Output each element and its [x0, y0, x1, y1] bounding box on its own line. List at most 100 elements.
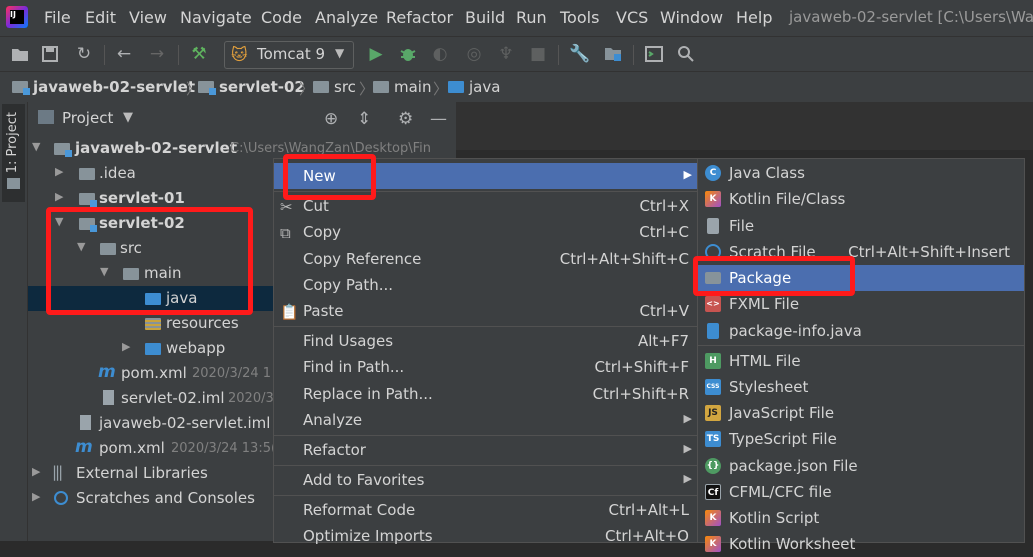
breadcrumb-item-project[interactable]: javaweb-02-servlet	[12, 78, 195, 96]
submenu-item-label: TypeScript File	[729, 430, 837, 448]
menu-edit[interactable]: Edit	[85, 8, 116, 27]
menu-separator	[274, 326, 698, 327]
chevron-right-icon: 〉	[433, 80, 449, 98]
menu-item-copy-reference[interactable]: Copy Reference Ctrl+Alt+Shift+C	[274, 246, 698, 272]
terminal-window-icon[interactable]	[644, 44, 664, 64]
tree-node-label: Scratches and Consoles	[76, 489, 255, 507]
breadcrumb-label: src	[334, 78, 356, 96]
submenu-item-package-info[interactable]: package-info.java	[698, 318, 1024, 344]
debug-bug-icon[interactable]	[398, 44, 418, 64]
breadcrumb-label: main	[394, 78, 432, 96]
menu-item-copy[interactable]: ⧉ Copy Ctrl+C	[274, 219, 698, 245]
submenu-item-cfml-file[interactable]: Cf CFML/CFC file	[698, 479, 1024, 505]
breadcrumb-item-main[interactable]: main	[373, 78, 431, 96]
save-all-icon[interactable]	[40, 44, 60, 64]
settings-wrench-icon[interactable]: 🔧	[569, 44, 590, 64]
gear-icon[interactable]: ⚙	[398, 109, 413, 129]
submenu-item-package-json[interactable]: {} package.json File	[698, 453, 1024, 479]
expanded-arrow-icon[interactable]: ▼	[32, 140, 40, 153]
menu-refactor[interactable]: Refactor	[386, 8, 453, 27]
profile-icon[interactable]: ◎	[464, 44, 484, 64]
project-panel-title[interactable]: Project	[62, 109, 113, 127]
menu-item-shortcut: Ctrl+X	[639, 197, 689, 215]
menu-item-find-usages[interactable]: Find Usages Alt+F7	[274, 328, 698, 354]
tomcat-icon: 🐱	[231, 45, 248, 64]
submenu-item-javascript-file[interactable]: JS JavaScript File	[698, 400, 1024, 426]
project-structure-icon[interactable]	[603, 44, 623, 64]
menu-item-shortcut: Ctrl+Shift+F	[594, 358, 689, 376]
submenu-item-kotlin-worksheet[interactable]: K Kotlin Worksheet	[698, 531, 1024, 557]
menu-analyze[interactable]: Analyze	[315, 8, 378, 27]
locate-target-icon[interactable]: ⊕	[324, 109, 338, 129]
collapsed-arrow-icon[interactable]: ▶	[122, 340, 130, 353]
menu-run[interactable]: Run	[516, 8, 547, 27]
coverage-icon[interactable]: ◐	[430, 44, 450, 64]
menu-item-add-to-favorites[interactable]: Add to Favorites ▶	[274, 467, 698, 493]
stop-icon[interactable]: ■	[528, 44, 548, 64]
menu-navigate[interactable]: Navigate	[180, 8, 252, 27]
menu-window[interactable]: Window	[660, 8, 723, 27]
menu-help[interactable]: Help	[736, 8, 772, 27]
menu-build[interactable]: Build	[465, 8, 505, 27]
collapsed-arrow-icon[interactable]: ▶	[55, 165, 63, 178]
file-icon	[707, 218, 719, 234]
context-menu: New ▶ ✂ Cut Ctrl+X ⧉ Copy Ctrl+C Copy Re…	[273, 158, 699, 545]
chevron-down-icon[interactable]: ▼	[123, 110, 133, 125]
menu-code[interactable]: Code	[261, 8, 302, 27]
fxml-file-icon: <>	[705, 296, 721, 312]
run-configuration-dropdown[interactable]: 🐱 Tomcat 9 ▼	[224, 41, 354, 69]
menu-item-refactor[interactable]: Refactor ▶	[274, 437, 698, 463]
menu-item-paste[interactable]: 📋 Paste Ctrl+V	[274, 298, 698, 324]
menu-item-reformat-code[interactable]: Reformat Code Ctrl+Alt+L	[274, 497, 698, 523]
search-icon[interactable]	[676, 44, 696, 64]
menu-item-replace-in-path[interactable]: Replace in Path... Ctrl+Shift+R	[274, 381, 698, 407]
collapsed-arrow-icon[interactable]: ▶	[55, 190, 63, 203]
breadcrumb-item-java[interactable]: java	[448, 78, 500, 96]
submenu-item-java-class[interactable]: C Java Class	[698, 160, 1024, 186]
minimize-icon[interactable]: —	[430, 109, 447, 129]
menu-view[interactable]: View	[129, 8, 167, 27]
back-arrow-icon[interactable]: ←	[114, 44, 134, 64]
menu-file[interactable]: File	[44, 8, 71, 27]
forward-arrow-icon[interactable]: →	[147, 44, 167, 64]
build-hammer-icon[interactable]: ⚒	[189, 44, 209, 64]
submenu-item-html-file[interactable]: H HTML File	[698, 348, 1024, 374]
collapsed-arrow-icon[interactable]: ▶	[32, 465, 40, 478]
annotation-box-new	[283, 154, 376, 200]
folder-icon	[79, 168, 95, 180]
menu-item-analyze[interactable]: Analyze ▶	[274, 407, 698, 433]
submenu-item-label: Kotlin File/Class	[729, 190, 846, 208]
submenu-item-file[interactable]: File	[698, 213, 1024, 239]
collapsed-arrow-icon[interactable]: ▶	[32, 490, 40, 503]
menu-vcs[interactable]: VCS	[616, 8, 648, 27]
dropdown-arrow-icon: ▼	[335, 46, 345, 60]
submenu-item-label: File	[729, 217, 755, 235]
open-folder-icon[interactable]	[10, 44, 30, 64]
menu-item-copy-path[interactable]: Copy Path...	[274, 272, 698, 298]
resources-folder-icon	[145, 318, 161, 330]
sync-icon[interactable]: ↻	[74, 44, 94, 64]
attach-debugger-icon[interactable]: ♆	[496, 44, 516, 64]
menu-item-optimize-imports[interactable]: Optimize Imports Ctrl+Alt+O	[274, 523, 698, 549]
submenu-separator	[698, 345, 1024, 346]
menu-bar: IJ File Edit View Navigate Code Analyze …	[0, 0, 1033, 36]
tree-node-label: pom.xml	[121, 364, 187, 382]
submenu-item-kotlin-script[interactable]: K Kotlin Script	[698, 505, 1024, 531]
menu-item-find-in-path[interactable]: Find in Path... Ctrl+Shift+F	[274, 354, 698, 380]
submenu-item-kotlin-file[interactable]: K Kotlin File/Class	[698, 186, 1024, 212]
run-icon[interactable]: ▶	[366, 44, 386, 64]
submenu-item-typescript-file[interactable]: TS TypeScript File	[698, 426, 1024, 452]
tree-node-label: javaweb-02-servlet.iml	[99, 414, 271, 432]
editor-tab-area	[456, 102, 1033, 150]
menu-tools[interactable]: Tools	[560, 8, 599, 27]
collapse-all-icon[interactable]: ⇕	[357, 109, 371, 129]
submenu-item-stylesheet[interactable]: CSS Stylesheet	[698, 374, 1024, 400]
menu-item-label: Optimize Imports	[303, 527, 433, 545]
kotlin-script-icon: K	[705, 510, 721, 526]
menu-item-label: Reformat Code	[303, 501, 416, 519]
breadcrumb-item-src[interactable]: src	[313, 78, 356, 96]
annotation-box-servlet-02	[46, 207, 253, 315]
breadcrumb-item-module[interactable]: servlet-02	[198, 78, 305, 96]
submenu-item-shortcut: Ctrl+Alt+Shift+Insert	[848, 243, 1010, 261]
maven-m-icon: m	[75, 437, 93, 457]
